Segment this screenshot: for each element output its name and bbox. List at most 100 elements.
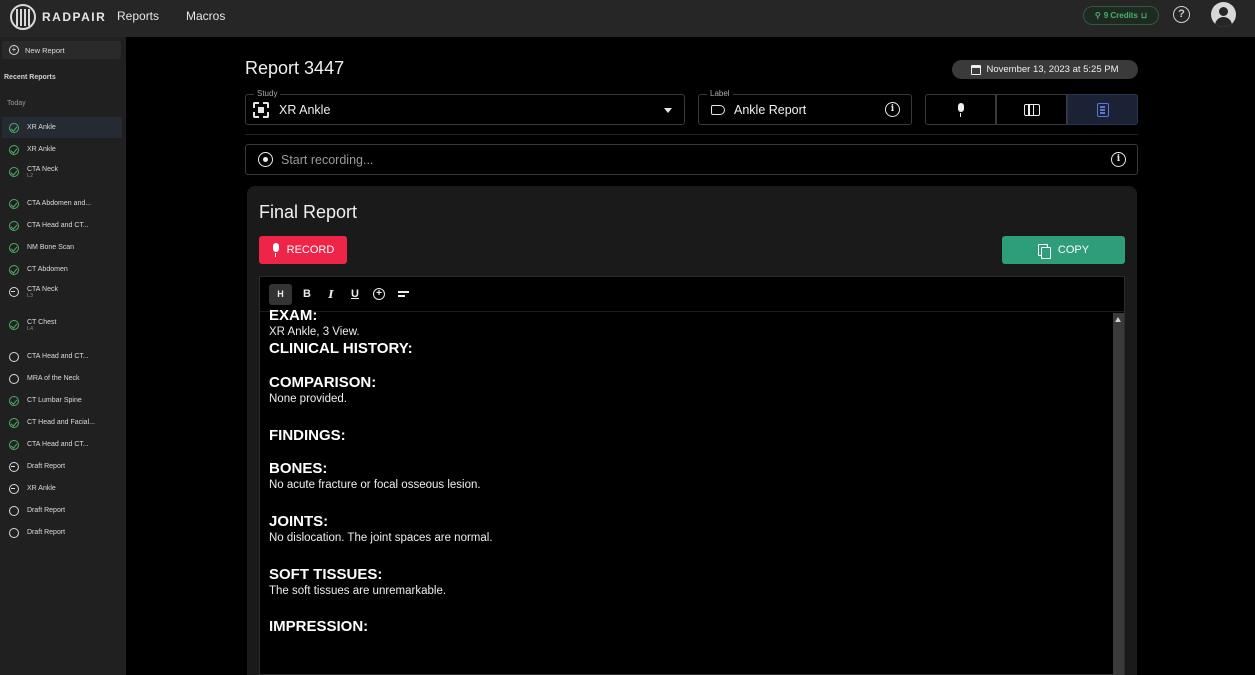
- check-circle-icon: [8, 395, 19, 406]
- editor-scrollbar[interactable]: [1113, 313, 1124, 675]
- study-value: XR Ankle: [279, 103, 331, 117]
- study-select[interactable]: Study XR Ankle: [245, 89, 685, 125]
- record-label: RECORD: [286, 244, 335, 256]
- check-circle-icon: [8, 417, 19, 428]
- sidebar-report-item[interactable]: CTA Head and CT...: [2, 215, 122, 236]
- section-heading: CLINICAL HISTORY:: [269, 340, 413, 357]
- plus-circle-icon: +: [9, 45, 19, 55]
- sidebar-report-item[interactable]: XR Ankle: [2, 478, 122, 499]
- help-icon[interactable]: ?: [1173, 6, 1190, 23]
- sidebar-report-item[interactable]: CT Chest L4: [2, 312, 122, 338]
- copy-icon: [1037, 243, 1051, 259]
- report-section: CLINICAL HISTORY:: [269, 340, 413, 358]
- report-item-label: CTA Head and CT...: [27, 222, 89, 229]
- section-text: No dislocation. The joint spaces are nor…: [269, 532, 493, 544]
- report-section: SOFT TISSUES: The soft tissues are unrema…: [269, 566, 446, 598]
- top-bar: RADPAIR Reports Macros ⚲ 9 Credits ⊔ ?: [0, 0, 1255, 37]
- study-legend: Study: [254, 89, 281, 98]
- report-item-sub: L2: [27, 172, 34, 179]
- report-view-button[interactable]: [1067, 94, 1138, 125]
- report-item-label: XR Ankle: [27, 485, 56, 492]
- report-item-sub: L4: [27, 325, 34, 332]
- report-editor[interactable]: H B I U + EXAM: XR Ankle, 3 View. CLINICAL…: [259, 276, 1125, 675]
- brand-logo[interactable]: RADPAIR: [10, 4, 106, 30]
- section-heading: FINDINGS:: [269, 427, 346, 444]
- heading-button[interactable]: H: [269, 283, 292, 305]
- brand-name: RADPAIR: [42, 10, 107, 24]
- report-item-label: NM Bone Scan: [27, 244, 75, 251]
- new-report-button[interactable]: + New Report: [2, 41, 121, 59]
- report-item-label: MRA of the Neck: [27, 375, 80, 382]
- calendar-icon: [971, 64, 982, 75]
- split-view-button[interactable]: [996, 94, 1067, 125]
- sidebar-report-item[interactable]: CTA Head and CT...: [2, 346, 122, 367]
- dictation-view-button[interactable]: [925, 94, 996, 125]
- sidebar-report-item[interactable]: Draft Report: [2, 522, 122, 543]
- nav-macros[interactable]: Macros: [186, 9, 225, 23]
- check-circle-icon: [8, 264, 19, 275]
- info-icon[interactable]: i: [1111, 152, 1126, 167]
- copy-button[interactable]: COPY: [1002, 236, 1125, 264]
- sidebar-report-item[interactable]: CT Head and Facial...: [2, 412, 122, 433]
- check-circle-icon: [8, 144, 19, 155]
- tag-icon: [711, 105, 725, 115]
- cart-icon: ⊔: [1140, 11, 1148, 20]
- report-item-label: CTA Head and CT...: [27, 441, 89, 448]
- report-item-label: CTA Neck: [27, 285, 58, 293]
- insert-button[interactable]: +: [370, 284, 388, 305]
- document-icon: [1096, 102, 1109, 117]
- microphone-icon: [957, 102, 965, 117]
- check-circle-icon: [8, 439, 19, 450]
- sidebar-report-item[interactable]: CTA Abdomen and...: [2, 193, 122, 214]
- sidebar-report-item[interactable]: CT Lumbar Spine: [2, 390, 122, 411]
- start-recording-bar[interactable]: Start recording... i: [245, 144, 1138, 175]
- editor-toolbar: H B I U +: [260, 277, 1124, 312]
- divider: [245, 134, 1138, 135]
- info-icon[interactable]: i: [885, 102, 900, 117]
- sidebar-report-item[interactable]: MRA of the Neck: [2, 368, 122, 389]
- sidebar-report-item[interactable]: Draft Report: [2, 456, 122, 477]
- circle-icon: [8, 351, 19, 362]
- report-section: EXAM: XR Ankle, 3 View.: [269, 307, 360, 339]
- report-item-label: CT Chest: [27, 318, 57, 326]
- minus-circle-icon: [8, 461, 19, 472]
- report-item-label: CT Lumbar Spine: [27, 397, 82, 404]
- sidebar-report-item[interactable]: CTA Head and CT...: [2, 434, 122, 455]
- credits-badge[interactable]: ⚲ 9 Credits ⊔: [1083, 6, 1159, 25]
- check-circle-icon: [8, 198, 19, 209]
- minus-circle-icon: [8, 483, 19, 494]
- sidebar-report-item[interactable]: CT Abdomen: [2, 259, 122, 280]
- underline-button[interactable]: U: [346, 284, 364, 305]
- wand-icon: ⚲: [1094, 11, 1101, 20]
- section-heading: IMPRESSION:: [269, 618, 369, 635]
- check-circle-icon: [8, 220, 19, 231]
- align-button[interactable]: [394, 284, 412, 305]
- sidebar-report-item[interactable]: CTA Neck L2: [2, 159, 122, 185]
- section-text: No acute fracture or focal osseous lesio…: [269, 479, 481, 491]
- record-radio-icon: [258, 152, 273, 167]
- bold-button[interactable]: B: [298, 284, 316, 305]
- report-section: FINDINGS:: [269, 427, 346, 445]
- sidebar-report-item[interactable]: CTA Neck L3: [2, 279, 122, 305]
- section-heading: SOFT TISSUES:: [269, 566, 383, 583]
- nav-reports[interactable]: Reports: [117, 9, 159, 23]
- sidebar-report-item[interactable]: XR Ankle: [2, 139, 122, 160]
- columns-icon: [1023, 103, 1040, 116]
- italic-button[interactable]: I: [322, 284, 340, 305]
- section-heading: JOINTS:: [269, 513, 329, 530]
- report-item-label: Draft Report: [27, 507, 66, 514]
- report-date: November 13, 2023 at 5:25 PM: [986, 64, 1119, 75]
- check-circle-icon: [8, 242, 19, 253]
- group-today-label: Today: [7, 100, 26, 107]
- sidebar-report-item[interactable]: Draft Report: [2, 500, 122, 521]
- sidebar-report-item[interactable]: NM Bone Scan: [2, 237, 122, 258]
- date-chip: November 13, 2023 at 5:25 PM: [952, 60, 1138, 79]
- report-section: IMPRESSION:: [269, 618, 368, 636]
- panel-title: Final Report: [259, 202, 358, 222]
- avatar[interactable]: [1211, 2, 1236, 27]
- record-button[interactable]: RECORD: [259, 236, 347, 264]
- sidebar-report-item[interactable]: XR Ankle: [2, 117, 122, 138]
- microphone-icon: [272, 243, 280, 257]
- label-field[interactable]: Label Ankle Report i: [698, 89, 912, 125]
- minus-circle-icon: [8, 287, 19, 297]
